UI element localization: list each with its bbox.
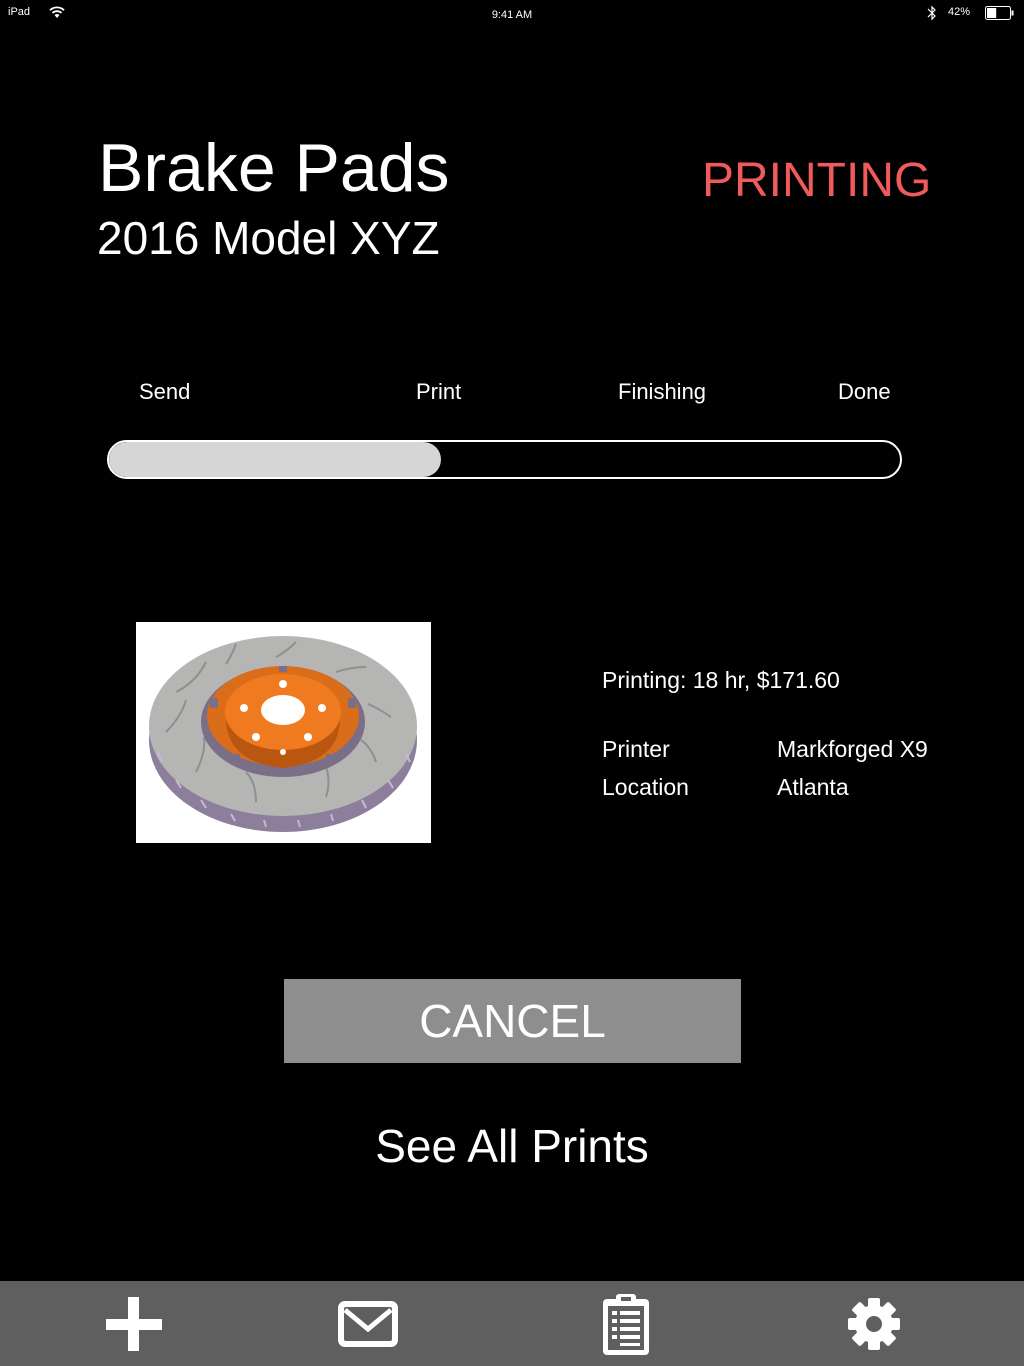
- step-send-label: Send: [139, 379, 191, 404]
- step-done-label: Done: [838, 379, 891, 404]
- printer-value: Markforged X9: [777, 736, 928, 762]
- location-label: Location: [602, 774, 689, 800]
- page-subtitle: 2016 Model XYZ: [97, 212, 440, 264]
- page-title: Brake Pads: [98, 130, 450, 206]
- clipboard-icon[interactable]: [594, 1293, 658, 1355]
- progress-bar: [107, 440, 902, 479]
- location-value: Atlanta: [777, 774, 849, 800]
- settings-icon[interactable]: [842, 1293, 906, 1355]
- status-bar: iPad 9:41 AM 42%: [0, 0, 1024, 28]
- printer-label: Printer: [602, 736, 670, 762]
- see-all-prints-link[interactable]: See All Prints: [0, 1118, 1024, 1174]
- step-finishing-label: Finishing: [618, 379, 707, 404]
- battery-percent: 42%: [948, 6, 971, 18]
- status-time: 9:41 AM: [491, 9, 533, 21]
- product-image: [136, 622, 431, 843]
- progress-fill: [109, 442, 442, 477]
- print-status-label: PRINTING: [702, 154, 932, 207]
- cancel-button[interactable]: CANCEL: [284, 979, 741, 1063]
- add-icon[interactable]: [102, 1293, 166, 1355]
- step-print-label: Print: [416, 379, 462, 404]
- mail-icon[interactable]: [336, 1293, 400, 1355]
- bluetooth-icon: [927, 5, 936, 21]
- battery-icon: [985, 6, 1014, 20]
- print-summary: Printing: 18 hr, $171.60: [602, 667, 840, 693]
- brake-rotor-illustration: [149, 636, 417, 832]
- tab-bar: [0, 1281, 1024, 1366]
